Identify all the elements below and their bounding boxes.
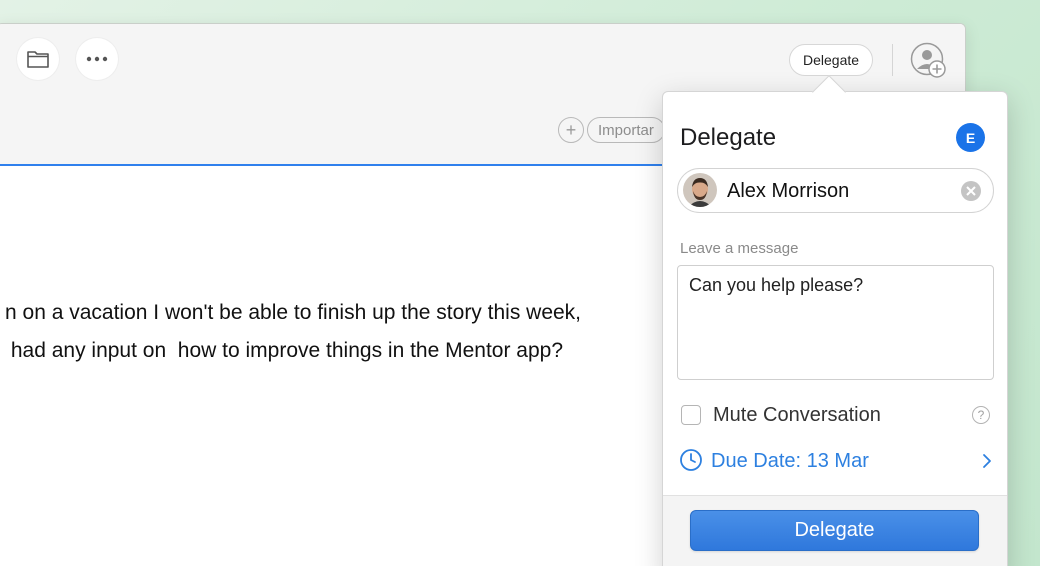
more-icon [86, 56, 108, 62]
popover-title: Delegate [680, 124, 777, 151]
delegate-toolbar-button[interactable]: Delegate [789, 44, 874, 76]
user-badge[interactable]: E [956, 123, 985, 152]
clear-assignee-button[interactable] [960, 180, 982, 202]
due-date-label: Due Date: 13 Mar [711, 450, 869, 472]
folder-button[interactable] [17, 38, 59, 80]
avatar [683, 173, 717, 207]
help-icon[interactable]: ? [972, 406, 990, 424]
tag-important[interactable]: Importar [587, 117, 665, 143]
delegate-button[interactable]: Delegate [690, 510, 979, 551]
mute-checkbox[interactable] [681, 405, 701, 425]
email-body-line: had any input on how to improve things i… [5, 339, 564, 362]
add-user-icon [910, 42, 946, 78]
popover-footer: Delegate [663, 495, 1007, 566]
assignee-field[interactable]: Alex Morrison [677, 168, 994, 213]
toolbar-divider [892, 44, 893, 76]
clock-icon [680, 449, 702, 471]
mute-label: Mute Conversation [713, 404, 881, 426]
chevron-right-icon [983, 454, 991, 468]
message-label: Leave a message [680, 240, 799, 257]
add-tag-icon: + [565, 120, 577, 140]
message-input[interactable]: Can you help please? [677, 265, 994, 380]
clear-icon [961, 181, 981, 201]
add-user-button[interactable] [910, 42, 948, 80]
add-tag-button[interactable]: + [558, 117, 584, 143]
folder-icon [27, 51, 49, 68]
more-button[interactable] [76, 38, 118, 80]
assignee-name: Alex Morrison [727, 180, 850, 202]
due-date-row[interactable]: Due Date: 13 Mar [677, 444, 993, 478]
email-body-line: n on a vacation I won't be able to finis… [5, 301, 582, 324]
email-body: n on a vacation I won't be able to finis… [5, 294, 705, 370]
delegate-popover: Delegate E Alex Morrison Leave a message… [662, 91, 1008, 566]
